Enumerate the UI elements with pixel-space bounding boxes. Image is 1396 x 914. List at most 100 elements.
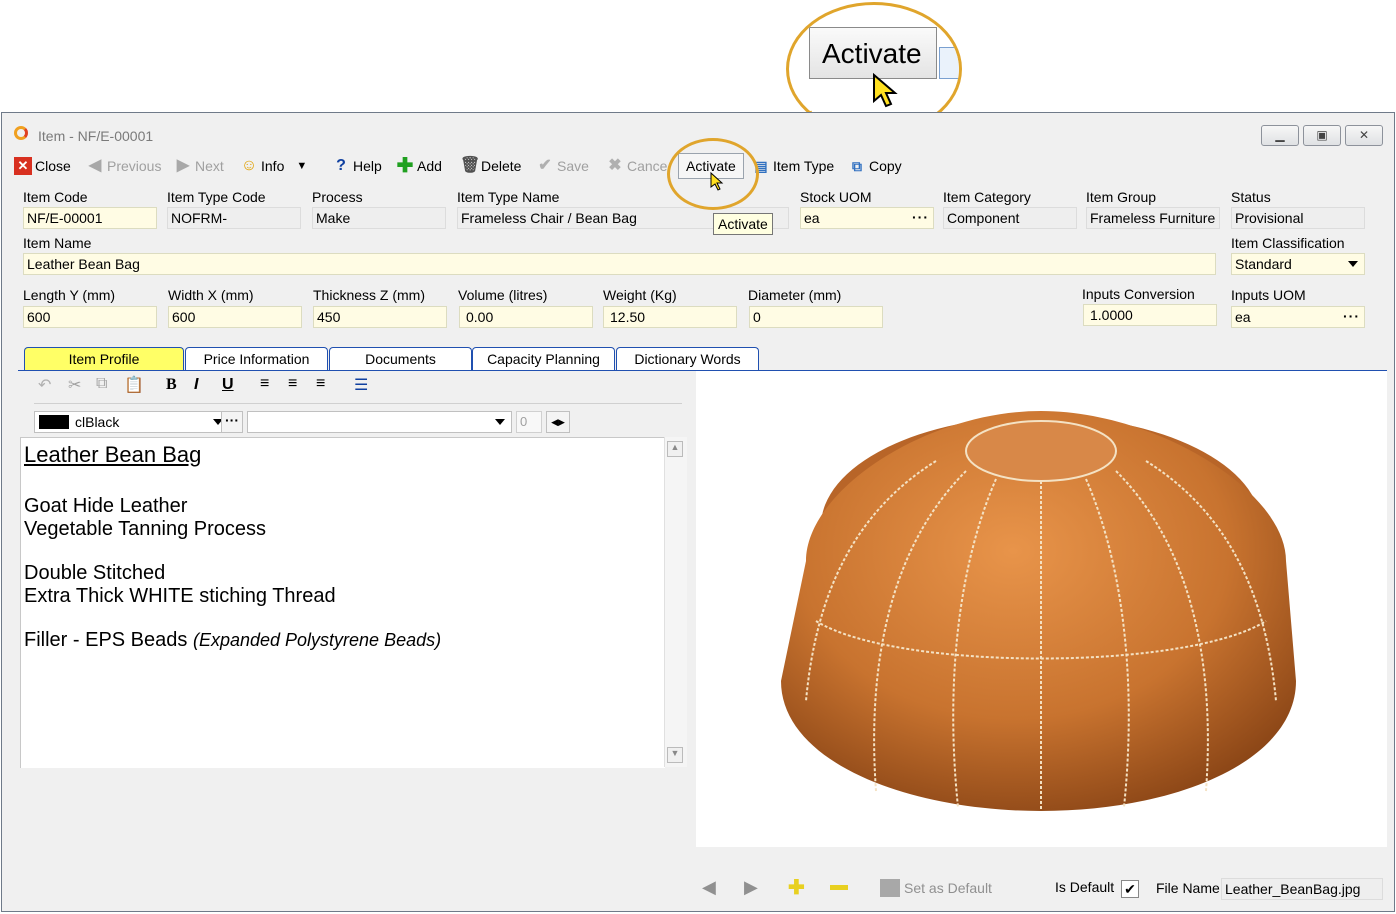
callout-item-type-icon [939,47,959,79]
item-type-code-label: Item Type Code [167,189,266,205]
editor-line: Double Stitched [24,562,166,584]
check-icon: ✔ [538,157,552,174]
inputs-conversion-field[interactable]: 1.0000 [1083,304,1217,326]
item-type-button[interactable]: ▤ Item Type [752,151,834,181]
ellipsis-icon[interactable]: ··· [912,208,929,227]
image-next-icon[interactable]: ▶ [744,877,758,898]
font-size-spinner[interactable]: ◀▶ [546,411,570,433]
width-x-label: Width X (mm) [168,287,254,303]
thickness-z-field[interactable]: 450 [313,306,447,328]
tab-price-information[interactable]: Price Information [185,347,328,371]
info-dropdown-icon[interactable]: ▼ [296,160,307,172]
font-size-field[interactable]: 0 [516,411,542,433]
item-group-field[interactable]: Frameless Furniture [1086,207,1220,229]
previous-label: Previous [107,158,162,174]
cut-icon[interactable]: ✂ [68,375,81,395]
color-swatch [39,415,69,429]
status-field[interactable]: Provisional [1231,207,1365,229]
editor-line-text: Filler - EPS Beads [24,629,188,651]
info-label: Info [261,158,285,174]
close-window-button[interactable]: ✕ [1345,125,1383,146]
scroll-up-icon[interactable]: ▲ [667,441,683,457]
next-button[interactable]: ▶ Next [174,151,224,181]
minimize-button[interactable]: ▁ [1261,125,1299,146]
item-classification-select[interactable]: Standard [1231,253,1365,275]
is-default-label: Is Default [1055,879,1115,895]
align-right-icon[interactable]: ≡ [316,375,325,393]
item-code-field[interactable]: NF/E-00001 [23,207,157,229]
close-button[interactable]: ✕ Close [14,151,71,181]
item-type-code-field[interactable]: NOFRM- [167,207,301,229]
bullet-list-icon[interactable]: ☰ [354,375,368,395]
info-button[interactable]: ☺ Info ▼ [240,151,307,181]
file-name-field[interactable]: Leather_BeanBag.jpg [1221,878,1383,900]
cancel-button[interactable]: ✖ Cance [606,151,667,181]
volume-label: Volume (litres) [458,287,548,303]
add-label: Add [417,158,442,174]
copy-button[interactable]: ⧉ Copy [848,151,902,181]
image-add-icon[interactable]: ✚ [788,875,805,900]
maximize-button[interactable]: ▣ [1303,125,1341,146]
set-default-button[interactable]: Set as Default [904,880,992,896]
tab-capacity-planning[interactable]: Capacity Planning [472,347,615,371]
item-classification-value: Standard [1235,256,1292,272]
color-more-button[interactable]: ··· [221,411,243,433]
chevron-down-icon [495,419,505,425]
copy-icon: ⧉ [852,158,862,174]
item-group-label: Item Group [1086,189,1157,205]
tab-item-profile[interactable]: Item Profile [24,347,184,371]
is-default-checkbox[interactable]: ✔ [1121,880,1139,898]
process-field[interactable]: Make [312,207,446,229]
weight-field[interactable]: 12.50 [603,306,737,328]
save-button[interactable]: ✔ Save [536,151,589,181]
inputs-uom-field[interactable]: ea ··· [1231,306,1365,328]
help-button[interactable]: ? Help [332,151,382,181]
stock-uom-label: Stock UOM [800,189,872,205]
item-category-field[interactable]: Component [943,207,1077,229]
image-prev-icon[interactable]: ◀ [702,877,716,898]
format-toolbar: ↶ ✂ ⧉ 📋 B I U ≡ ≡ ≡ ☰ [34,373,682,404]
item-name-label: Item Name [23,235,92,251]
font-select[interactable] [247,411,512,433]
diameter-field[interactable]: 0 [749,306,883,328]
volume-field[interactable]: 0.00 [459,306,593,328]
vertical-scrollbar[interactable]: ▲ ▼ [664,437,687,767]
thickness-z-label: Thickness Z (mm) [313,287,425,303]
cancel-x-icon: ✖ [608,157,622,174]
delete-button[interactable]: 🗑 Delete [460,151,521,181]
diameter-label: Diameter (mm) [748,287,842,303]
cancel-label: Cance [627,158,668,174]
editor-content[interactable]: Leather Bean Bag Goat Hide Leather Veget… [20,437,665,768]
underline-icon[interactable]: U [222,376,234,394]
delete-label: Delete [481,158,522,174]
paste-icon[interactable]: 📋 [124,375,144,395]
color-select[interactable]: clBlack [34,411,230,433]
trash-icon: 🗑 [460,157,481,174]
copy-text-icon[interactable]: ⧉ [96,375,107,393]
item-name-field[interactable]: Leather Bean Bag [23,253,1216,275]
align-left-icon[interactable]: ≡ [260,375,269,393]
italic-icon[interactable]: I [194,376,198,394]
callout-activate-label: Activate [822,38,922,69]
status-label: Status [1231,189,1271,205]
scroll-down-icon[interactable]: ▼ [667,747,683,763]
callout-cursor-icon [873,73,898,108]
width-x-field[interactable]: 600 [168,306,302,328]
item-type-name-label: Item Type Name [457,189,560,205]
copy-label: Copy [869,158,902,174]
image-remove-icon[interactable] [830,885,848,890]
length-y-field[interactable]: 600 [23,306,157,328]
length-y-label: Length Y (mm) [23,287,116,303]
ellipsis-icon[interactable]: ··· [1343,307,1360,326]
stock-uom-field[interactable]: ea ··· [800,207,934,229]
bold-icon[interactable]: B [166,376,177,394]
callout-activate-button: Activate [809,27,937,79]
previous-button[interactable]: ◀ Previous [86,151,162,181]
editor-line: Filler - EPS Beads (Expanded Polystyrene… [24,629,441,652]
align-center-icon[interactable]: ≡ [288,375,297,393]
add-button[interactable]: ✚ Add [396,151,442,181]
tab-documents[interactable]: Documents [329,347,472,371]
item-code-label: Item Code [23,189,88,205]
undo-icon[interactable]: ↶ [38,375,51,395]
tab-dictionary-words[interactable]: Dictionary Words [616,347,759,371]
